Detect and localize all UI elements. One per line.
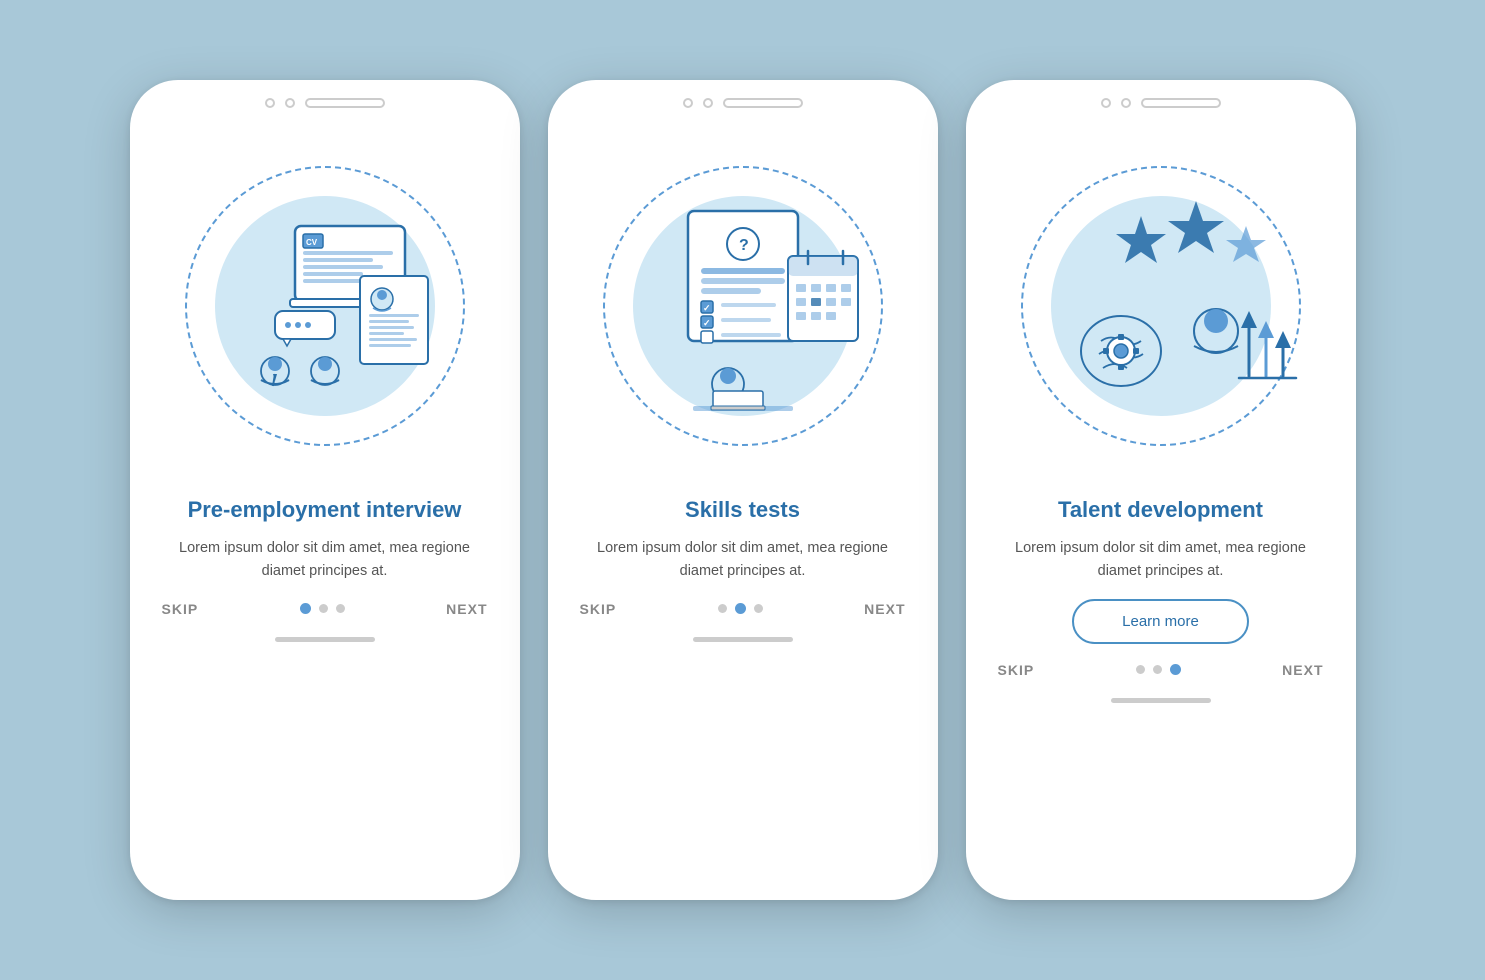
phone-content-3: Talent development Lorem ipsum dolor sit…: [966, 496, 1356, 644]
nav-dots-3: [1136, 664, 1181, 675]
phone-title-1: Pre-employment interview: [188, 496, 462, 525]
phone-circle-6: [1121, 98, 1131, 108]
phone-1: CV: [130, 80, 520, 900]
phone-description-1: Lorem ipsum dolor sit dim amet, mea regi…: [162, 537, 488, 583]
phones-container: CV: [130, 80, 1356, 900]
illustration-svg-3: [1011, 156, 1311, 456]
home-bar-1: [275, 637, 375, 642]
phone-title-3: Talent development: [1058, 496, 1263, 525]
phone-title-2: Skills tests: [685, 496, 800, 525]
phone-nav-1: SKIP NEXT: [130, 583, 520, 625]
illustration-svg-2: ? ✓ ✓: [593, 156, 893, 456]
phone-top-bar-2: [548, 80, 938, 116]
svg-text:✓: ✓: [703, 318, 711, 328]
svg-text:CV: CV: [306, 238, 318, 247]
phone-circle-1: [265, 98, 275, 108]
phone-circle-2: [285, 98, 295, 108]
nav-dot-3-3[interactable]: [1170, 664, 1181, 675]
next-button-1[interactable]: NEXT: [446, 601, 487, 617]
nav-dot-2-2[interactable]: [735, 603, 746, 614]
phone-circle-4: [703, 98, 713, 108]
phone-content-1: Pre-employment interview Lorem ipsum dol…: [130, 496, 520, 583]
nav-dots-1: [300, 603, 345, 614]
nav-dot-1-3[interactable]: [336, 604, 345, 613]
nav-dots-2: [718, 603, 763, 614]
illustration-area-3: [966, 116, 1356, 496]
skip-button-1[interactable]: SKIP: [162, 601, 199, 617]
phone-status-bar-2: [723, 98, 803, 108]
phone-2: ? ✓ ✓: [548, 80, 938, 900]
nav-dot-1-1[interactable]: [300, 603, 311, 614]
phone-content-2: Skills tests Lorem ipsum dolor sit dim a…: [548, 496, 938, 583]
nav-dot-1-2[interactable]: [319, 604, 328, 613]
nav-dot-3-2[interactable]: [1153, 665, 1162, 674]
phone-nav-2: SKIP NEXT: [548, 583, 938, 625]
phone-status-bar-1: [305, 98, 385, 108]
illustration-svg-1: CV: [175, 156, 475, 456]
next-button-2[interactable]: NEXT: [864, 601, 905, 617]
phone-description-2: Lorem ipsum dolor sit dim amet, mea regi…: [580, 537, 906, 583]
next-button-3[interactable]: NEXT: [1282, 662, 1323, 678]
phone-circle-3: [683, 98, 693, 108]
nav-dot-2-3[interactable]: [754, 604, 763, 613]
phone-3: Talent development Lorem ipsum dolor sit…: [966, 80, 1356, 900]
illustration-area-2: ? ✓ ✓: [548, 116, 938, 496]
learn-more-button[interactable]: Learn more: [1072, 599, 1249, 644]
phone-nav-3: SKIP NEXT: [966, 644, 1356, 686]
phone-status-bar-3: [1141, 98, 1221, 108]
home-bar-3: [1111, 698, 1211, 703]
illustration-area-1: CV: [130, 116, 520, 496]
home-bar-2: [693, 637, 793, 642]
skip-button-2[interactable]: SKIP: [580, 601, 617, 617]
svg-text:✓: ✓: [703, 303, 711, 313]
nav-dot-3-1[interactable]: [1136, 665, 1145, 674]
skip-button-3[interactable]: SKIP: [998, 662, 1035, 678]
phone-circle-5: [1101, 98, 1111, 108]
phone-description-3: Lorem ipsum dolor sit dim amet, mea regi…: [998, 537, 1324, 583]
svg-text:?: ?: [739, 237, 749, 254]
phone-top-bar-1: [130, 80, 520, 116]
nav-dot-2-1[interactable]: [718, 604, 727, 613]
phone-top-bar-3: [966, 80, 1356, 116]
